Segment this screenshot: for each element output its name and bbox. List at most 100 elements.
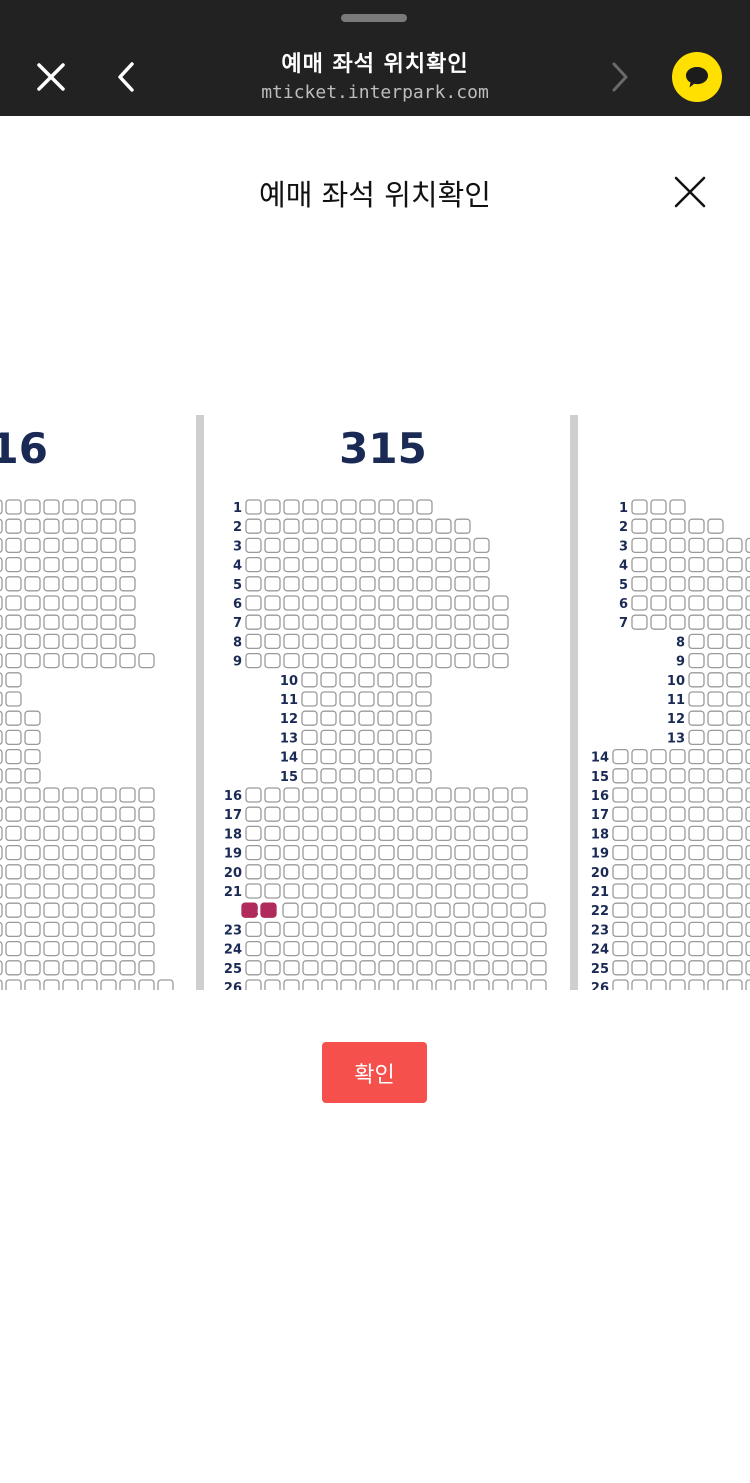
seat[interactable] <box>283 518 300 534</box>
seat[interactable] <box>726 902 743 918</box>
seat[interactable] <box>688 614 705 630</box>
seat[interactable] <box>340 864 357 880</box>
seat[interactable] <box>245 979 262 990</box>
seat[interactable] <box>454 537 471 554</box>
seat[interactable] <box>435 576 452 592</box>
seat[interactable] <box>24 921 41 938</box>
seat[interactable] <box>745 748 750 765</box>
seat[interactable] <box>62 844 79 861</box>
seat[interactable] <box>745 806 750 822</box>
seat[interactable] <box>264 556 281 573</box>
seat[interactable] <box>340 556 357 573</box>
seat[interactable] <box>283 940 300 957</box>
seat[interactable] <box>435 537 452 554</box>
seat[interactable] <box>0 710 3 726</box>
seat[interactable] <box>264 518 281 534</box>
seat[interactable] <box>378 979 395 990</box>
seat[interactable] <box>340 844 357 861</box>
seat[interactable] <box>378 518 395 534</box>
seat[interactable] <box>5 806 22 822</box>
seat[interactable] <box>339 729 356 746</box>
seat[interactable] <box>688 595 705 611</box>
seat[interactable] <box>416 864 433 880</box>
seat[interactable] <box>359 806 376 822</box>
seat[interactable] <box>707 960 724 976</box>
seat[interactable] <box>454 556 471 573</box>
seat[interactable] <box>511 921 528 938</box>
seat[interactable] <box>650 518 667 534</box>
seat[interactable] <box>302 556 319 573</box>
seat[interactable] <box>245 633 262 650</box>
seat[interactable] <box>302 633 319 650</box>
seat[interactable] <box>119 844 136 861</box>
seat[interactable] <box>650 902 667 918</box>
seat[interactable] <box>24 787 41 803</box>
seat[interactable] <box>707 556 724 573</box>
seat[interactable] <box>726 979 743 990</box>
seat[interactable] <box>454 518 471 534</box>
seat[interactable] <box>321 499 338 515</box>
seat[interactable] <box>321 537 338 554</box>
seat[interactable] <box>245 806 262 822</box>
seat[interactable] <box>301 691 318 707</box>
seat[interactable] <box>631 518 648 534</box>
seat[interactable] <box>650 576 667 592</box>
seat[interactable] <box>119 883 136 899</box>
seat[interactable] <box>688 806 705 822</box>
kakaotalk-chat-icon[interactable] <box>672 52 722 102</box>
seat[interactable] <box>264 633 281 650</box>
seat[interactable] <box>119 518 136 534</box>
seat[interactable] <box>321 883 338 899</box>
seat[interactable] <box>650 844 667 861</box>
seat[interactable] <box>726 710 743 726</box>
seat[interactable] <box>378 844 395 861</box>
seat[interactable] <box>62 556 79 573</box>
seat[interactable] <box>5 710 22 726</box>
seat[interactable] <box>473 595 490 611</box>
seat[interactable] <box>5 979 22 990</box>
seat[interactable] <box>283 787 300 803</box>
seat[interactable] <box>745 864 750 880</box>
seat[interactable] <box>245 825 262 842</box>
seat[interactable] <box>283 883 300 899</box>
seat[interactable] <box>378 499 395 515</box>
seat[interactable] <box>416 576 433 592</box>
seat[interactable] <box>435 864 452 880</box>
seat[interactable] <box>726 768 743 784</box>
seat[interactable] <box>43 902 60 918</box>
seat[interactable] <box>62 806 79 822</box>
seat[interactable] <box>435 556 452 573</box>
seat[interactable] <box>397 940 414 957</box>
seat[interactable] <box>650 768 667 784</box>
seat[interactable] <box>745 652 750 669</box>
seat[interactable] <box>0 768 3 784</box>
seat[interactable] <box>511 940 528 957</box>
seat[interactable] <box>669 518 686 534</box>
seat[interactable] <box>378 825 395 842</box>
seat[interactable] <box>302 499 319 515</box>
seat[interactable] <box>530 921 547 938</box>
seat[interactable] <box>669 864 686 880</box>
seat[interactable] <box>43 556 60 573</box>
seat[interactable] <box>43 844 60 861</box>
seat[interactable] <box>688 787 705 803</box>
seat[interactable] <box>5 518 22 534</box>
seat[interactable] <box>138 921 155 938</box>
seat[interactable] <box>726 844 743 861</box>
seat[interactable] <box>81 940 98 957</box>
seat[interactable] <box>454 787 471 803</box>
seat[interactable] <box>0 883 3 899</box>
seat[interactable] <box>359 960 376 976</box>
seat[interactable] <box>264 576 281 592</box>
seat[interactable] <box>631 979 648 990</box>
seat[interactable] <box>358 902 375 918</box>
seat[interactable] <box>435 652 452 669</box>
seat[interactable] <box>669 921 686 938</box>
seat[interactable] <box>43 806 60 822</box>
seat[interactable] <box>454 921 471 938</box>
seat[interactable] <box>24 883 41 899</box>
seat[interactable] <box>340 960 357 976</box>
seat[interactable] <box>0 518 3 534</box>
seat[interactable] <box>5 633 22 650</box>
seat[interactable] <box>415 729 432 746</box>
